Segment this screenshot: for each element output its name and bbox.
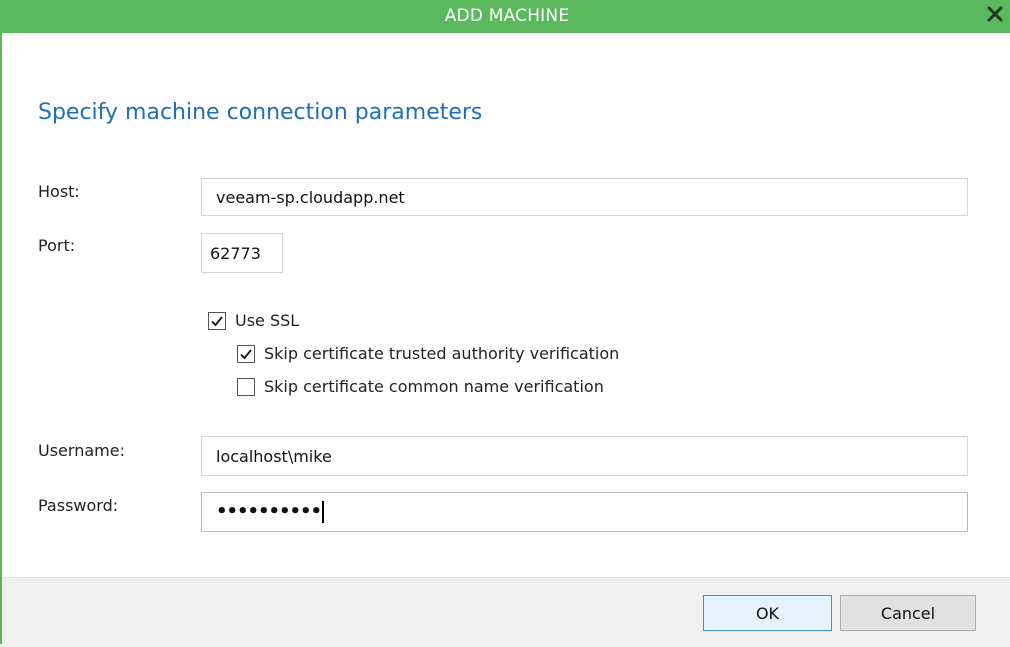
checkmark-icon xyxy=(211,315,223,326)
skip-trusted-authority-box[interactable] xyxy=(237,344,255,363)
checkmark-icon xyxy=(240,348,252,359)
window-title: ADD MACHINE xyxy=(444,6,570,26)
use-ssl-checkbox[interactable]: Use SSL xyxy=(208,311,299,330)
text-caret xyxy=(322,501,325,523)
port-input[interactable]: 62773 xyxy=(201,233,283,273)
password-label: Password: xyxy=(38,496,119,515)
ok-button[interactable]: OK xyxy=(703,595,832,631)
port-value: 62773 xyxy=(210,243,261,263)
close-button[interactable] xyxy=(982,2,1008,30)
username-label: Username: xyxy=(38,441,125,460)
skip-common-name-label: Skip certificate common name verificatio… xyxy=(264,377,604,396)
username-value: localhost\mike xyxy=(216,446,332,466)
skip-common-name-box[interactable] xyxy=(237,377,255,396)
skip-common-name-checkbox[interactable]: Skip certificate common name verificatio… xyxy=(237,377,604,396)
host-value: veeam-sp.cloudapp.net xyxy=(216,187,405,207)
use-ssl-label: Use SSL xyxy=(235,311,300,330)
use-ssl-box[interactable] xyxy=(208,311,226,330)
page-title: Specify machine connection parameters xyxy=(38,100,483,125)
cancel-button[interactable]: Cancel xyxy=(840,595,976,631)
port-label: Port: xyxy=(38,236,76,255)
skip-trusted-authority-label: Skip certificate trusted authority verif… xyxy=(264,344,620,363)
password-input[interactable]: •••••••••• xyxy=(201,492,968,532)
password-value: •••••••••• xyxy=(216,501,322,522)
close-icon xyxy=(987,6,1003,26)
host-input[interactable]: veeam-sp.cloudapp.net xyxy=(201,178,968,216)
username-input[interactable]: localhost\mike xyxy=(201,436,968,476)
add-machine-dialog: ADD MACHINE Specify machine connection p… xyxy=(0,0,1010,647)
title-bar: ADD MACHINE xyxy=(2,0,1010,33)
host-label: Host: xyxy=(38,182,80,201)
skip-trusted-authority-checkbox[interactable]: Skip certificate trusted authority verif… xyxy=(237,344,619,363)
